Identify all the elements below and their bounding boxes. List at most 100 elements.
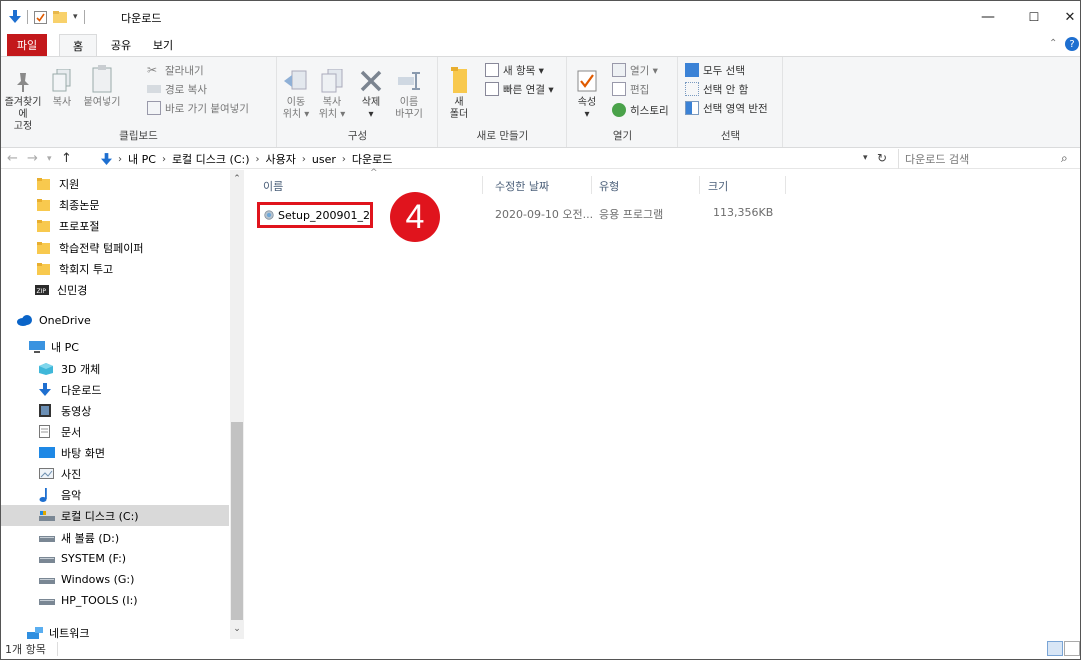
address-dropdown-icon[interactable]: ▾ (863, 153, 868, 163)
details-view-icon[interactable] (1047, 641, 1063, 656)
new-item-button[interactable]: 새 항목 ▾ (485, 61, 544, 79)
status-bar: 1개 항목 (1, 639, 1080, 659)
column-divider[interactable] (482, 176, 483, 194)
minimize-button[interactable]: — (965, 1, 1011, 33)
nav-item[interactable]: Windows (G:) (1, 569, 229, 590)
column-header-type[interactable]: 유형 (599, 178, 619, 194)
nav-item-label: 문서 (61, 425, 82, 439)
breadcrumb-this-pc[interactable]: 내 PC (128, 151, 156, 167)
nav-item[interactable]: 동영상 (1, 400, 229, 421)
cut-button[interactable]: ✂ 잘라내기 (147, 61, 204, 79)
nav-item[interactable]: SYSTEM (F:) (1, 548, 229, 569)
nav-item[interactable]: 지원 (1, 173, 229, 194)
nav-item[interactable]: 내 PC (1, 336, 229, 357)
easy-access-button[interactable]: 빠른 연결 ▾ (485, 80, 554, 98)
column-divider[interactable] (699, 176, 700, 194)
qa-dropdown-icon[interactable]: ▾ (73, 12, 78, 22)
nav-item[interactable]: 3D 개체 (1, 358, 229, 379)
new-folder-icon (446, 63, 472, 93)
new-folder-button[interactable]: 새 폴더 (445, 63, 473, 121)
rename-label-line2: 바꾸기 (395, 109, 423, 120)
pin-quick-access-button[interactable]: 즐겨찾기에 고정 (3, 63, 43, 133)
nav-item[interactable]: 프로포절 (1, 215, 229, 236)
nav-item[interactable]: ZIP 신민경 (1, 279, 229, 300)
group-clipboard: 즐겨찾기에 고정 복사 붙여넣기 ✂ 잘라내기 경로 복사 바로 가기 붙여넣기… (1, 57, 277, 147)
back-arrow-icon[interactable]: ← (7, 151, 18, 166)
download-arrow-icon[interactable] (9, 10, 21, 24)
nav-item[interactable]: OneDrive (1, 310, 229, 331)
paste-shortcut-button[interactable]: 바로 가기 붙여넣기 (147, 99, 249, 117)
scroll-up-icon[interactable]: ⌃ (230, 174, 244, 184)
column-divider[interactable] (591, 176, 592, 194)
nav-item[interactable]: 학습전략 텀페이퍼 (1, 237, 229, 258)
scissors-icon: ✂ (147, 63, 158, 77)
nav-item[interactable]: HP_TOOLS (I:) (1, 590, 229, 611)
nav-item[interactable]: 사진 (1, 463, 229, 484)
search-icon[interactable]: ⌕ (1061, 151, 1068, 166)
nav-item[interactable]: 바탕 화면 (1, 442, 229, 463)
tab-view[interactable]: 보기 (145, 34, 181, 56)
edit-button[interactable]: 편집 (612, 80, 649, 98)
move-to-button[interactable]: 이동 위치 ▾ (280, 63, 312, 121)
address-bar[interactable]: › 내 PC › 로컬 디스크 (C:) › 사용자 › user › 다운로드 (101, 149, 891, 169)
history-button[interactable]: 히스토리 (612, 101, 669, 119)
column-header-size[interactable]: 크기 (708, 178, 728, 194)
scroll-down-icon[interactable]: ⌄ (230, 624, 244, 634)
column-header-name[interactable]: 이름 (263, 178, 283, 194)
tab-home[interactable]: 홈 (59, 34, 97, 56)
move-to-icon (283, 63, 309, 93)
open-button[interactable]: 열기 ▾ (612, 61, 658, 79)
select-none-button[interactable]: 선택 안 함 (685, 80, 748, 98)
nav-item[interactable]: 음악 (1, 484, 229, 505)
forward-arrow-icon[interactable]: → (27, 151, 38, 166)
copy-button[interactable]: 복사 (47, 63, 77, 109)
breadcrumb-local-disk[interactable]: 로컬 디스크 (C:) (172, 151, 250, 167)
tab-share[interactable]: 공유 (103, 34, 139, 56)
invert-selection-label: 선택 영역 반전 (703, 102, 768, 115)
nav-item-label: 동영상 (61, 404, 92, 418)
new-folder-icon[interactable] (53, 11, 67, 23)
refresh-icon[interactable]: ↻ (877, 151, 887, 165)
large-icons-view-icon[interactable] (1064, 641, 1080, 656)
group-organize: 이동 위치 ▾ 복사 위치 ▾ 삭제 ▾ 이름 바꾸기 구성 (278, 57, 438, 147)
invert-selection-button[interactable]: 선택 영역 반전 (685, 99, 768, 117)
nav-item[interactable]: 다운로드 (1, 379, 229, 400)
select-all-button[interactable]: 모두 선택 (685, 61, 745, 79)
ribbon-tabs: 파일 홈 공유 보기 ⌃ ? (1, 34, 1080, 56)
close-button[interactable]: ✕ (1047, 1, 1081, 33)
delete-button[interactable]: 삭제 ▾ (356, 63, 386, 121)
nav-item[interactable]: 새 볼륨 (D:) (1, 527, 229, 548)
nav-item[interactable]: 문서 (1, 421, 229, 442)
rename-button[interactable]: 이름 바꾸기 (392, 63, 426, 121)
search-input[interactable]: 다운로드 검색 (898, 149, 1078, 169)
properties-button[interactable]: 속성 ▾ (572, 63, 602, 121)
help-icon[interactable]: ? (1065, 37, 1079, 51)
breadcrumb-user[interactable]: user (312, 153, 336, 166)
nav-scrollbar[interactable]: ⌃ ⌄ (230, 170, 244, 639)
up-arrow-icon[interactable]: ↑ (61, 151, 72, 166)
navigation-pane: 지원 최종논문 프로포절 학습전략 텀페이퍼 학회지 투고 ZIP 신민경 OneDrive 내… (1, 170, 245, 640)
scrollbar-thumb[interactable] (231, 422, 243, 620)
nav-item-label: 신민경 (57, 283, 88, 297)
breadcrumb-downloads[interactable]: 다운로드 (352, 151, 392, 167)
group-label-clipboard: 클립보드 (119, 130, 158, 142)
ribbon: 즐겨찾기에 고정 복사 붙여넣기 ✂ 잘라내기 경로 복사 바로 가기 붙여넣기… (1, 56, 1080, 148)
properties-check-icon[interactable] (34, 10, 47, 24)
nav-item[interactable]: 학회지 투고 (1, 258, 229, 279)
copy-path-button[interactable]: 경로 복사 (147, 80, 207, 98)
column-divider[interactable] (785, 176, 786, 194)
recent-dropdown-icon[interactable]: ▾ (47, 154, 52, 164)
tab-file[interactable]: 파일 (7, 34, 47, 56)
ribbon-collapse-icon[interactable]: ⌃ (1049, 38, 1057, 49)
new-folder-label-line1: 새 (454, 97, 464, 108)
file-row-name[interactable]: Setup_200901_2 (257, 202, 373, 228)
breadcrumb-users[interactable]: 사용자 (266, 151, 296, 167)
column-header-modified[interactable]: 수정한 날짜 (495, 178, 549, 194)
copy-to-button[interactable]: 복사 위치 ▾ (316, 63, 348, 121)
file-name-label: Setup_200901_2 (277, 208, 370, 222)
paste-button[interactable]: 붙여넣기 (81, 63, 123, 109)
properties-label-line2: ▾ (584, 109, 590, 120)
nav-item[interactable]: 최종논문 (1, 194, 229, 215)
qa-separator (83, 10, 85, 24)
nav-item[interactable]: 로컬 디스크 (C:) (1, 505, 229, 526)
